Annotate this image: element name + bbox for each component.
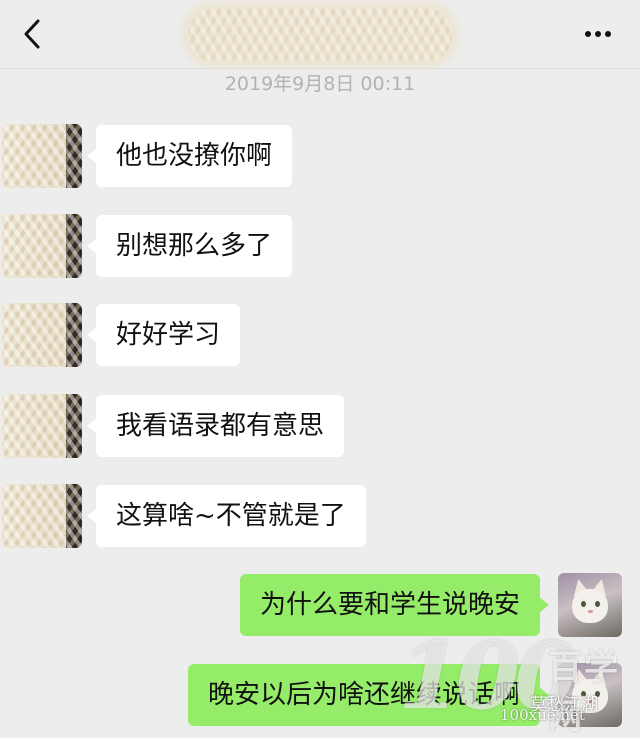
cat-eye [595,601,600,607]
cat-nose [588,610,593,613]
chevron-left-icon [24,19,40,49]
more-button[interactable] [582,22,618,46]
contact-avatar[interactable] [2,214,82,278]
cat-eye [581,601,586,607]
contact-avatar[interactable] [2,394,82,458]
ellipsis-icon [585,31,611,37]
incoming-message-bubble[interactable]: 好好学习 [86,304,241,366]
chat-header [0,0,640,69]
message-timestamp: 2019年9月8日 00:11 [224,73,416,95]
contact-name-obscured [188,8,452,62]
cat-face [572,589,608,623]
incoming-message-bubble[interactable]: 我看语录都有意思 [86,395,345,457]
watermark-url: 100xue.net [500,706,585,724]
incoming-message-bubble[interactable]: 他也没撩你啊 [86,125,293,187]
contact-avatar[interactable] [2,484,82,548]
incoming-message-bubble[interactable]: 别想那么多了 [86,215,293,277]
back-button[interactable] [18,16,50,52]
contact-avatar[interactable] [2,303,82,367]
contact-avatar[interactable] [2,124,82,188]
incoming-message-bubble[interactable]: 这算啥~不管就是了 [87,485,366,547]
